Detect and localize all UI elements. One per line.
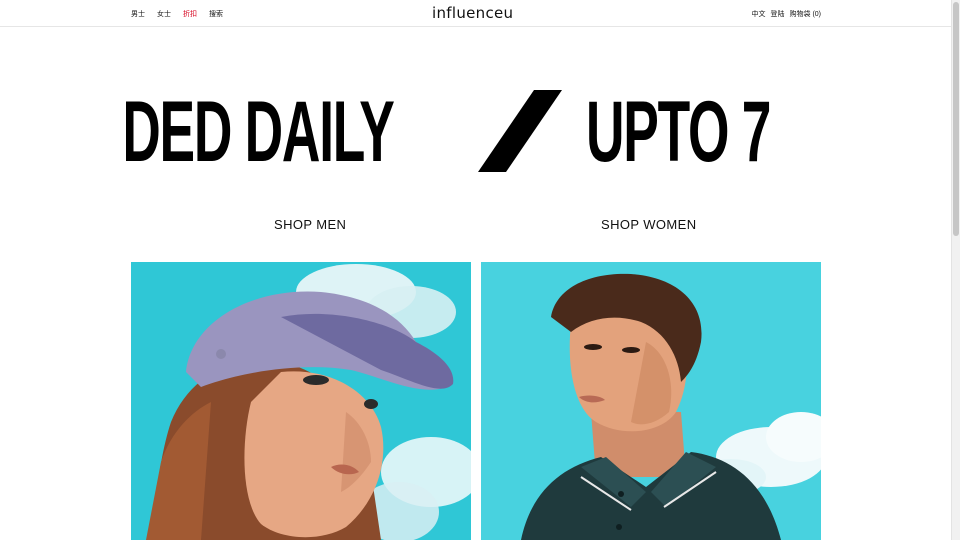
scrollbar-thumb[interactable] <box>953 2 959 236</box>
slash-divider-icon <box>478 90 562 172</box>
shop-women-image[interactable] <box>131 262 471 540</box>
primary-nav: 男士 女士 折扣 搜索 <box>131 9 223 19</box>
shop-women-link[interactable]: SHOP WOMEN <box>601 217 697 232</box>
utility-nav: 中文 登陆 购物袋 (0) <box>752 9 822 19</box>
nav-item-search[interactable]: 搜索 <box>209 9 223 19</box>
nav-item-women[interactable]: 女士 <box>157 9 171 19</box>
marquee-track-2: UPTO 7 <box>586 86 826 178</box>
page-scrollbar[interactable] <box>951 0 960 540</box>
brand-logo[interactable]: influenceu <box>432 4 513 22</box>
login-link[interactable]: 登陆 <box>771 9 785 19</box>
nav-item-sale[interactable]: 折扣 <box>183 9 197 19</box>
site-header: 男士 女士 折扣 搜索 influenceu 中文 登陆 购物袋 (0) <box>0 0 951 27</box>
shop-men-image[interactable] <box>481 262 821 540</box>
language-switch[interactable]: 中文 <box>752 9 766 19</box>
woman-portrait-image <box>131 262 471 540</box>
shop-men-link[interactable]: SHOP MEN <box>274 217 346 232</box>
man-portrait-image <box>481 262 821 540</box>
nav-item-men[interactable]: 男士 <box>131 9 145 19</box>
promo-marquee: ODED DAILY UPTO 7 <box>126 86 826 178</box>
marquee-text-upto: UPTO 7 <box>586 86 771 178</box>
shopping-bag-link[interactable]: 购物袋 (0) <box>790 9 822 19</box>
marquee-text-daily: ODED DAILY <box>126 86 395 178</box>
